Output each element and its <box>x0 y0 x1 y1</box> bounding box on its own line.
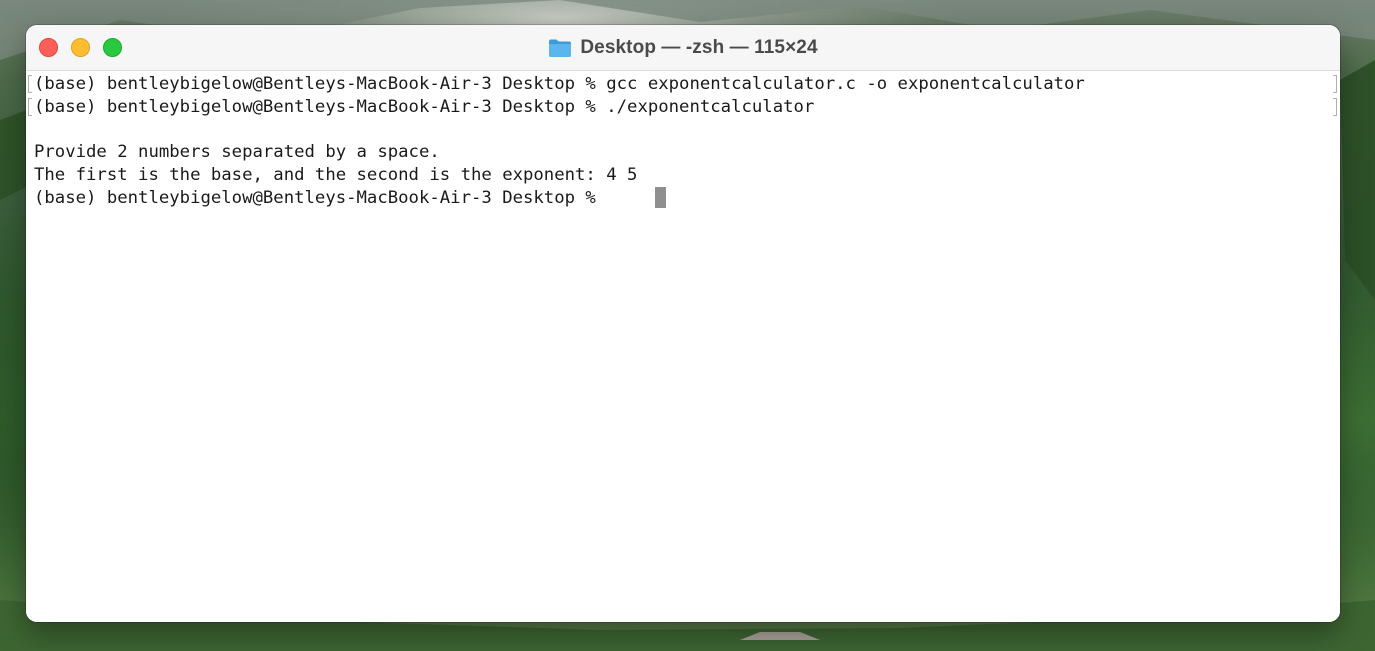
command-mark-icon <box>1333 98 1337 116</box>
terminal-line: The first is the base, and the second is… <box>34 165 638 185</box>
title-bar[interactable]: Desktop — -zsh — 115×24 <box>26 25 1340 71</box>
terminal-content[interactable]: (base) bentleybigelow@Bentleys-MacBook-A… <box>26 71 1340 622</box>
command-mark-icon <box>28 75 32 93</box>
terminal-window[interactable]: Desktop — -zsh — 115×24 (base) bentleybi… <box>26 25 1340 622</box>
window-title-text: Desktop — -zsh — 115×24 <box>580 36 818 58</box>
folder-icon <box>549 39 572 57</box>
terminal-line: Provide 2 numbers separated by a space. <box>34 142 440 162</box>
terminal-prompt-line: (base) bentleybigelow@Bentleys-MacBook-A… <box>34 188 607 208</box>
window-title: Desktop — -zsh — 115×24 <box>26 25 1340 70</box>
command-mark-icon <box>1333 75 1337 93</box>
terminal-line: (base) bentleybigelow@Bentleys-MacBook-A… <box>34 97 815 117</box>
command-mark-icon <box>28 98 32 116</box>
text-cursor <box>655 187 666 208</box>
terminal-line: (base) bentleybigelow@Bentleys-MacBook-A… <box>34 74 1085 94</box>
